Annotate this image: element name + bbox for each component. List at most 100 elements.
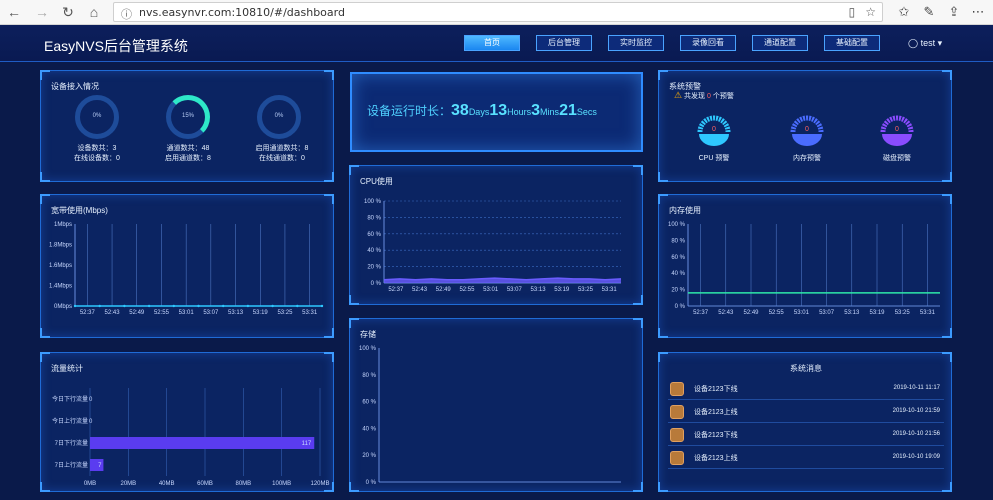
y-tick-label: 60 % (362, 400, 376, 406)
info-icon: ⓘ (121, 9, 132, 21)
data-point (222, 304, 225, 308)
menu-live[interactable]: 实时监控 (608, 35, 664, 51)
bar (90, 437, 315, 449)
x-tick-label: 52:49 (743, 310, 759, 316)
x-tick-label: 53:13 (844, 310, 860, 316)
y-tick-label: 20 % (367, 265, 381, 271)
x-tick-label: 52:55 (154, 310, 170, 316)
device-access-panel: 设备接入情况 0% 15% 0% 设备数共：3 在线设备数：0 通道数共：48 启用… (40, 70, 334, 182)
message-item[interactable]: 设备2123下线 2019-10-11 11:17 (668, 380, 944, 400)
cpu-chart: 0 % 20 % 40 % 60 % 80 % 100 % 52:37 52:43 52:49 5… (364, 199, 622, 293)
y-tick-label: 1.4Mbps (49, 284, 72, 290)
channel-ring: 15% (166, 95, 210, 139)
more-icon[interactable]: ⋯ (970, 4, 986, 20)
storage-chart: 0 % 20 % 40 % 60 % 80 % 100 % (359, 346, 621, 486)
menu-playback[interactable]: 录像回看 (680, 35, 736, 51)
data-point (73, 304, 77, 308)
message-item[interactable]: 设备2123上线 2019-10-10 21:59 (668, 403, 944, 423)
memory-alert-gauge: 0 (790, 115, 824, 146)
category-label: 今日上行流量 (52, 417, 88, 425)
data-point (246, 304, 250, 308)
x-tick-label: 20MB (120, 481, 136, 487)
x-tick-label: 53:07 (819, 310, 835, 316)
alert-summary: ⚠ 共发现 0 个预警 (674, 90, 734, 100)
address-url: nvs.easynvr.com:10810/#/dashboard (139, 6, 345, 19)
x-tick-label: 52:37 (388, 287, 404, 293)
device-icon (670, 405, 684, 419)
y-tick-label: 100 % (668, 222, 686, 228)
y-tick-label: 60 % (671, 255, 685, 261)
memory-chart: 0 % 20 % 40 % 60 % 80 % 100 % 52:37 52:43 52:49 5… (668, 222, 940, 316)
x-tick-label: 53:01 (794, 310, 810, 316)
menu-channel-config[interactable]: 通道配置 (752, 35, 808, 51)
x-tick-label: 52:43 (412, 287, 428, 293)
y-tick-label: 100 % (359, 346, 377, 352)
y-tick-label: 80 % (367, 215, 381, 221)
online-ring: 0% (257, 95, 301, 139)
x-tick-label: 53:25 (277, 310, 293, 316)
x-tick-label: 52:55 (769, 310, 785, 316)
home-icon[interactable]: ⌂ (86, 4, 102, 20)
favorite-star-icon[interactable]: ☆ (865, 5, 876, 19)
data-point (98, 304, 101, 308)
y-tick-label: 1Mbps (54, 222, 72, 228)
x-tick-label: 53:13 (228, 310, 244, 316)
address-bar[interactable]: ⓘ nvs.easynvr.com:10810/#/dashboard ▯ ☆ (113, 2, 883, 22)
browser-toolbar: ← → ↻ ⌂ ⓘ nvs.easynvr.com:10810/#/dashbo… (0, 0, 993, 25)
user-menu[interactable]: ◯ test ▾ (908, 38, 942, 49)
x-tick-label: 120MB (310, 481, 329, 487)
x-tick-label: 80MB (235, 481, 251, 487)
category-label: 7日下行流量 (55, 439, 88, 447)
menu-home[interactable]: 首页 (464, 35, 520, 51)
cpu-alert-gauge: 0 (697, 115, 731, 146)
bar-value-label: 0 (89, 419, 93, 425)
bar-value-label: 0 (89, 397, 93, 403)
y-tick-label: 80 % (362, 373, 376, 379)
device-panel-title: 设备接入情况 (51, 82, 99, 91)
x-tick-label: 52:49 (129, 310, 145, 316)
disk-alert-label: 磁盘预警 (883, 155, 911, 162)
y-tick-label: 1.8Mbps (49, 243, 72, 249)
x-tick-label: 52:37 (693, 310, 709, 316)
menu-basic-config[interactable]: 基础配置 (824, 35, 880, 51)
y-tick-label: 20 % (671, 288, 685, 294)
user-name: test (920, 38, 936, 48)
app-title: EasyNVS后台管理系统 (44, 38, 188, 54)
bar-value-label: 117 (302, 441, 312, 447)
x-tick-label: 52:49 (436, 287, 452, 293)
pen-icon[interactable]: ✎ (921, 4, 937, 20)
favorites-icon[interactable]: ✩ (896, 4, 912, 20)
data-point (271, 304, 274, 308)
data-point (147, 304, 151, 308)
y-tick-label: 40 % (362, 426, 376, 432)
channel-stats: 通道数共：48 启用通道数：8 (165, 145, 211, 162)
app-header: EasyNVS后台管理系统 首页 后台管理 实时监控 录像回看 通道配置 基础配… (0, 25, 993, 62)
x-tick-label: 53:13 (531, 287, 547, 293)
x-tick-label: 53:07 (507, 287, 523, 293)
y-tick-label: 80 % (671, 238, 685, 244)
share-icon[interactable]: ⇪ (946, 4, 962, 20)
svg-text:0: 0 (895, 126, 899, 133)
disk-alert-gauge: 0 (880, 115, 914, 146)
back-icon[interactable]: ← (6, 4, 22, 20)
reload-icon[interactable]: ↻ (60, 4, 76, 20)
x-tick-label: 53:31 (602, 287, 618, 293)
x-tick-label: 53:25 (578, 287, 594, 293)
data-point (320, 304, 324, 308)
reading-view-icon[interactable]: ▯ (849, 5, 856, 19)
data-point (296, 304, 299, 308)
menu-admin[interactable]: 后台管理 (536, 35, 592, 51)
device-icon (670, 382, 684, 396)
forward-icon[interactable]: → (34, 4, 50, 20)
message-item[interactable]: 设备2123上线 2019-10-10 19:09 (668, 449, 944, 469)
x-tick-label: 52:43 (105, 310, 121, 316)
channel-ring-pct: 15% (181, 113, 194, 119)
y-tick-label: 1.6Mbps (49, 263, 72, 269)
x-tick-label: 53:31 (302, 310, 318, 316)
x-tick-label: 53:07 (203, 310, 219, 316)
message-item[interactable]: 设备2123下线 2019-10-10 21:56 (668, 426, 944, 446)
y-tick-label: 0 % (371, 281, 382, 287)
x-tick-label: 53:19 (253, 310, 269, 316)
device-icon (670, 428, 684, 442)
x-tick-label: 40MB (159, 481, 175, 487)
